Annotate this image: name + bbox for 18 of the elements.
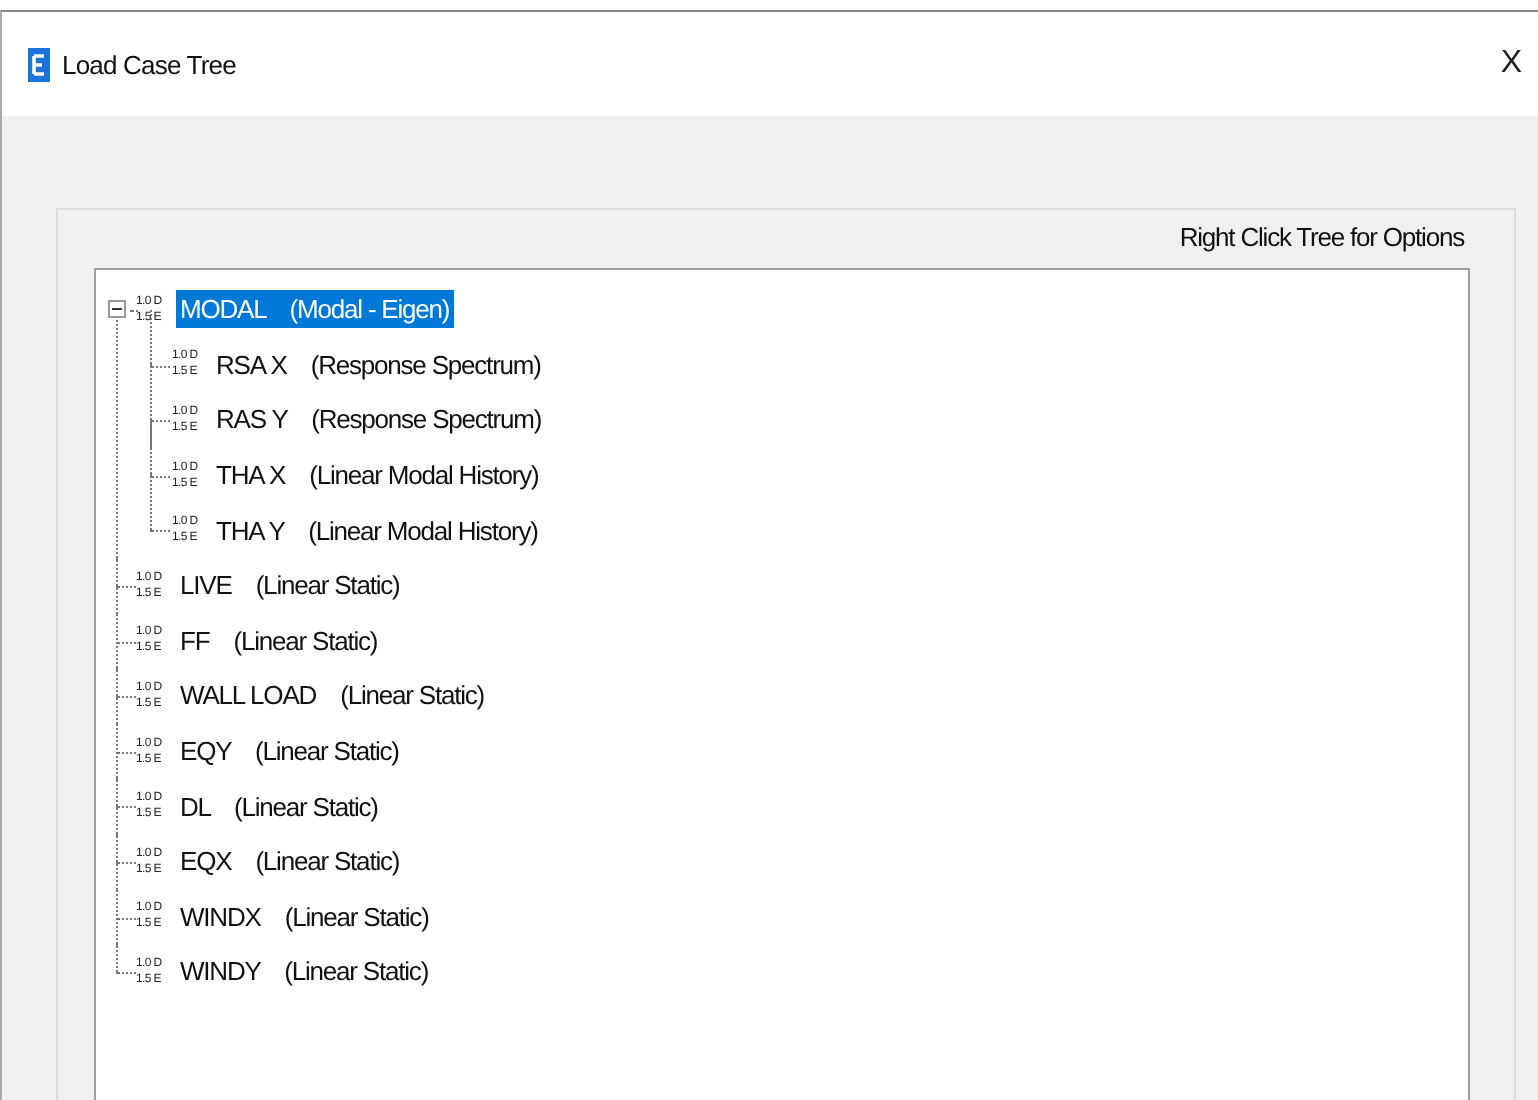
close-button[interactable]: X bbox=[1492, 46, 1530, 82]
app-logo-icon bbox=[28, 47, 50, 81]
tree-item[interactable]: EQX (Linear Static) bbox=[176, 842, 404, 881]
tree-item[interactable]: DL (Linear Static) bbox=[176, 787, 382, 826]
tree-item[interactable]: MODAL (Modal - Eigen) bbox=[176, 290, 454, 329]
tree-item[interactable]: WALL LOAD (Linear Static) bbox=[176, 676, 489, 715]
collapse-toggle[interactable] bbox=[108, 300, 126, 318]
hint-text: Right Click Tree for Options bbox=[1179, 222, 1464, 252]
window-title: Load Case Tree bbox=[62, 49, 236, 79]
tree-item[interactable]: RSA X (Response Spectrum) bbox=[212, 345, 545, 384]
tree-item[interactable]: THA Y (Linear Modal History) bbox=[212, 511, 542, 550]
tree-item[interactable]: THA X (Linear Modal History) bbox=[212, 456, 543, 495]
tree-item[interactable]: LIVE (Linear Static) bbox=[176, 566, 404, 605]
tree-item[interactable]: RAS Y (Response Spectrum) bbox=[212, 400, 546, 439]
tree-item[interactable]: WINDY (Linear Static) bbox=[176, 952, 433, 991]
tree-item[interactable]: FF (Linear Static) bbox=[176, 621, 382, 660]
tree-item[interactable]: WINDX (Linear Static) bbox=[176, 897, 433, 936]
tree-item[interactable]: EQY (Linear Static) bbox=[176, 732, 403, 771]
